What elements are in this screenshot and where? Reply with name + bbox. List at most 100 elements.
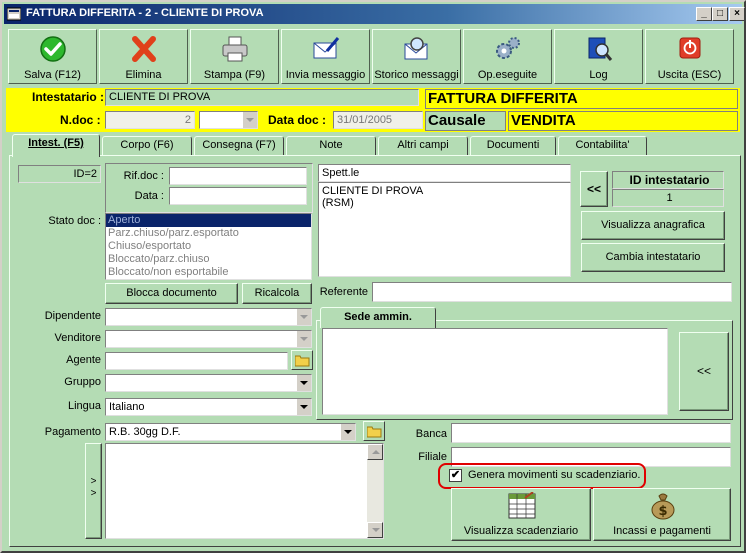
delete-button[interactable]: Elimina: [99, 29, 188, 84]
sede-textarea[interactable]: [322, 328, 668, 415]
spett-field[interactable]: Spett.le: [318, 164, 571, 182]
address-line: CLIENTE DI PROVA: [322, 185, 424, 197]
tab-documenti[interactable]: Documenti: [470, 136, 556, 155]
document-type: FATTURA DIFFERITA: [425, 89, 738, 109]
list-item[interactable]: Chiuso/esportato: [106, 240, 311, 253]
gruppo-select[interactable]: [105, 374, 312, 392]
causale-label: Causale: [425, 111, 506, 131]
banca-input[interactable]: [451, 423, 731, 443]
intestatario-field[interactable]: CLIENTE DI PROVA: [105, 89, 419, 106]
check-icon: [40, 36, 66, 62]
tab-altri-campi[interactable]: Altri campi: [378, 136, 468, 155]
tab-consegna[interactable]: Consegna (F7): [194, 136, 284, 155]
stato-doc-list[interactable]: Aperto Parz.chiuso/parz.esportato Chiuso…: [105, 213, 312, 280]
message-history-button[interactable]: Storico messaggi: [372, 29, 461, 84]
save-label: Salva (F12): [24, 69, 81, 81]
delete-x-icon: [132, 36, 156, 62]
pagamento-notes[interactable]: [105, 443, 384, 539]
spreadsheet-icon: [508, 492, 536, 519]
ndoc-label: N.doc :: [60, 113, 101, 127]
pagamento-select[interactable]: R.B. 30gg D.F.: [105, 423, 356, 441]
message-history-label: Storico messaggi: [374, 69, 459, 81]
tab-corpo[interactable]: Corpo (F6): [102, 136, 192, 155]
minimize-button[interactable]: _: [696, 7, 712, 21]
data-label: Data :: [134, 190, 164, 202]
chevron-down-icon[interactable]: [296, 399, 311, 415]
envelope-search-icon: [404, 37, 428, 60]
genera-label: Genera movimenti su scadenziario.: [468, 469, 641, 481]
close-button[interactable]: ×: [729, 7, 745, 21]
title-bar[interactable]: FATTURA DIFFERITA - 2 - CLIENTE DI PROVA…: [4, 4, 745, 24]
expand-pagamento-button[interactable]: > >: [85, 443, 102, 539]
exit-label: Uscita (ESC): [657, 69, 722, 81]
pagamento-browse-button[interactable]: [363, 421, 385, 441]
operations-label: Op.eseguite: [477, 69, 538, 81]
list-item[interactable]: Aperto: [106, 214, 311, 227]
venditore-select[interactable]: [105, 330, 312, 348]
tab-sede-ammin[interactable]: Sede ammin.: [320, 307, 436, 328]
id-intestatario-label: ID intestatario: [612, 171, 724, 189]
chevron-down-icon[interactable]: [340, 424, 355, 440]
tab-intestazione[interactable]: Intest. (F5): [12, 134, 100, 157]
scroll-down-icon[interactable]: [367, 522, 383, 538]
address-box[interactable]: CLIENTE DI PROVA (RSM): [318, 182, 571, 277]
ndoc-field[interactable]: 2: [105, 111, 195, 129]
list-item[interactable]: Bloccato/non esportabile: [106, 266, 311, 279]
list-item[interactable]: Bloccato/parz.chiuso: [106, 253, 311, 266]
print-label: Stampa (F9): [203, 69, 266, 81]
svg-text:$: $: [658, 504, 667, 519]
chevron-down-icon[interactable]: [296, 331, 311, 347]
tab-note[interactable]: Note: [286, 136, 376, 155]
tab-contabilita[interactable]: Contabilita': [558, 136, 647, 155]
visualizza-anagrafica-button[interactable]: Visualizza anagrafica: [581, 211, 725, 240]
filiale-label: Filiale: [418, 451, 447, 463]
list-item[interactable]: Parz.chiuso/parz.esportato: [106, 227, 311, 240]
folder-icon: [295, 355, 310, 367]
printer-icon: [222, 36, 248, 62]
blocca-documento-button[interactable]: Blocca documento: [105, 283, 238, 304]
incassi-pagamenti-button[interactable]: $ Incassi e pagamenti: [593, 488, 731, 541]
lingua-select[interactable]: Italiano: [105, 398, 312, 416]
log-button[interactable]: Log: [554, 29, 643, 84]
data-doc-field[interactable]: 31/01/2005: [333, 111, 423, 129]
cambia-intestatario-button[interactable]: Cambia intestatario: [581, 243, 725, 272]
envelope-pen-icon: [313, 37, 340, 59]
ndoc-suffix-select[interactable]: [199, 111, 258, 129]
agente-input[interactable]: [105, 352, 288, 370]
intestatario-label: Intestatario :: [32, 90, 105, 104]
app-icon: [7, 7, 21, 21]
sede-back-button[interactable]: <<: [679, 332, 729, 411]
toolbar: Salva (F12) Elimina Stampa (F9) Invia me…: [8, 29, 738, 85]
chevron-down-icon[interactable]: [296, 375, 311, 391]
ricalcola-button[interactable]: Ricalcola: [242, 283, 312, 304]
dipendente-select[interactable]: [105, 308, 312, 326]
pagamento-label: Pagamento: [44, 426, 101, 438]
rif-doc-input[interactable]: [169, 167, 307, 185]
money-bag-icon: $: [651, 493, 675, 520]
genera-checkbox[interactable]: ✔: [449, 469, 462, 482]
causale-value[interactable]: VENDITA: [508, 111, 738, 131]
agente-label: Agente: [66, 354, 101, 366]
gears-icon: [496, 37, 520, 59]
visualizza-scadenziario-button[interactable]: Visualizza scadenziario: [451, 488, 591, 541]
data-input[interactable]: [169, 187, 307, 205]
gruppo-label: Gruppo: [64, 376, 101, 388]
print-button[interactable]: Stampa (F9): [190, 29, 279, 84]
power-icon: [679, 37, 701, 59]
address-line: (RSM): [322, 197, 354, 209]
venditore-label: Venditore: [54, 332, 101, 344]
send-message-button[interactable]: Invia messaggio: [281, 29, 370, 84]
scroll-up-icon[interactable]: [367, 444, 383, 460]
main-window: FATTURA DIFFERITA - 2 - CLIENTE DI PROVA…: [0, 0, 746, 553]
back-button[interactable]: <<: [580, 171, 608, 207]
scrollbar[interactable]: [367, 444, 383, 538]
visualizza-scadenziario-label: Visualizza scadenziario: [463, 525, 579, 537]
chevron-down-icon[interactable]: [296, 309, 311, 325]
chevron-down-icon[interactable]: [242, 112, 257, 128]
agente-browse-button[interactable]: [291, 350, 313, 370]
maximize-button[interactable]: □: [712, 7, 728, 21]
save-button[interactable]: Salva (F12): [8, 29, 97, 84]
operations-button[interactable]: Op.eseguite: [463, 29, 552, 84]
exit-button[interactable]: Uscita (ESC): [645, 29, 734, 84]
referente-input[interactable]: [372, 282, 732, 302]
